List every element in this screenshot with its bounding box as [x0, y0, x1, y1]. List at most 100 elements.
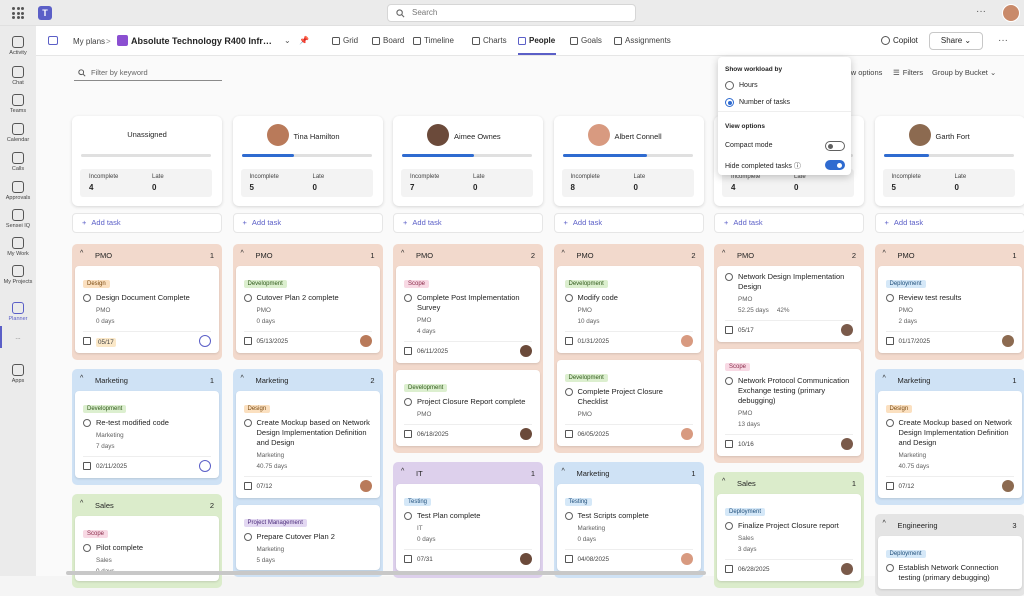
radio-number-of-tasks[interactable]: Number of tasks [725, 98, 790, 107]
assignee-avatar[interactable] [841, 324, 853, 336]
chevron-up-icon[interactable]: ^ [80, 250, 83, 257]
bucket-header[interactable]: ^Sales1 [717, 472, 861, 494]
app-launcher-icon[interactable] [12, 7, 24, 19]
bucket-header[interactable]: ^Marketing1 [75, 369, 219, 391]
add-task-button[interactable]: +Add task [393, 213, 543, 233]
pin-icon[interactable]: 📌 [299, 36, 309, 45]
filter-keyword-input[interactable]: Filter by keyword [74, 66, 222, 81]
copilot-button[interactable]: Copilot [881, 36, 918, 45]
chevron-up-icon[interactable]: ^ [80, 375, 83, 382]
task-card[interactable]: DevelopmentModify codePMO10 days01/31/20… [557, 266, 701, 353]
back-panel-icon[interactable] [48, 36, 58, 45]
complete-checkbox[interactable] [886, 294, 894, 302]
complete-checkbox[interactable] [565, 388, 573, 396]
rail-item-5[interactable]: Approvals [0, 181, 36, 201]
complete-checkbox[interactable] [244, 294, 252, 302]
rail-item-0[interactable]: Activity [0, 36, 36, 56]
task-card[interactable]: DevelopmentComplete Project Closure Chec… [557, 360, 701, 446]
bucket-header[interactable]: ^Sales2 [75, 494, 219, 516]
bucket-header[interactable]: ^Engineering3 [878, 514, 1022, 536]
assignee-avatar[interactable] [841, 438, 853, 450]
share-button[interactable]: Share ⌄ [929, 32, 983, 50]
bucket-header[interactable]: ^PMO1 [236, 244, 380, 266]
more-options-icon[interactable]: ··· [998, 35, 1008, 46]
complete-checkbox[interactable] [404, 398, 412, 406]
rail-item-2[interactable]: Teams [0, 94, 36, 114]
bucket-header[interactable]: ^PMO2 [396, 244, 540, 266]
radio-button[interactable] [725, 81, 734, 90]
filters-button[interactable]: ☰Filters [893, 68, 923, 77]
radio-button-selected[interactable] [725, 98, 734, 107]
profile-avatar[interactable] [1002, 4, 1020, 22]
complete-checkbox[interactable] [83, 419, 91, 427]
bucket-header[interactable]: ^Marketing2 [236, 369, 380, 391]
chevron-up-icon[interactable]: ^ [401, 468, 404, 475]
assignee-avatar[interactable] [1002, 335, 1014, 347]
complete-checkbox[interactable] [565, 512, 573, 520]
rail-item-9[interactable]: Planner [0, 302, 36, 322]
task-card[interactable]: TestingTest Plan completeIT0 days07/31 [396, 484, 540, 571]
task-card[interactable]: DeploymentEstablish Network Connection t… [878, 536, 1022, 589]
assignee-avatar[interactable] [681, 428, 693, 440]
assignee-avatar[interactable] [841, 563, 853, 575]
chevron-up-icon[interactable]: ^ [722, 478, 725, 485]
chevron-up-icon[interactable]: ^ [562, 250, 565, 257]
rail-item-11[interactable]: Apps [0, 364, 36, 384]
bucket-header[interactable]: ^Marketing1 [557, 462, 701, 484]
assignee-avatar[interactable] [681, 553, 693, 565]
group-by-button[interactable]: Group by Bucket ⌄ [932, 68, 996, 77]
task-card[interactable]: ScopeComplete Post Implementation Survey… [396, 266, 540, 363]
assignee-avatar[interactable] [520, 553, 532, 565]
search-box[interactable]: Search [387, 4, 636, 22]
assignee-avatar[interactable] [360, 335, 372, 347]
bucket-header[interactable]: ^PMO1 [878, 244, 1022, 266]
complete-checkbox[interactable] [725, 273, 733, 281]
complete-checkbox[interactable] [244, 533, 252, 541]
assignee-avatar[interactable] [520, 345, 532, 357]
rail-item-10[interactable]: ··· [0, 336, 36, 342]
more-options-icon[interactable]: ··· [976, 6, 986, 17]
compact-mode-toggle[interactable] [825, 141, 845, 151]
complete-checkbox[interactable] [565, 294, 573, 302]
rail-item-4[interactable]: Calls [0, 152, 36, 172]
complete-checkbox[interactable] [404, 294, 412, 302]
breadcrumb-my-plans[interactable]: My plans [73, 37, 105, 46]
complete-checkbox[interactable] [725, 377, 733, 385]
bucket-header[interactable]: ^Marketing1 [878, 369, 1022, 391]
assignee-avatar[interactable] [681, 335, 693, 347]
chevron-up-icon[interactable]: ^ [562, 468, 565, 475]
hide-completed-toggle[interactable] [825, 160, 845, 170]
tab-people[interactable]: People [518, 36, 555, 45]
chevron-up-icon[interactable]: ^ [883, 375, 886, 382]
complete-checkbox[interactable] [83, 294, 91, 302]
task-card[interactable]: DevelopmentProject Closure Report comple… [396, 370, 540, 446]
task-card[interactable]: ScopeNetwork Protocol Communication Exch… [717, 349, 861, 456]
chevron-up-icon[interactable]: ^ [241, 250, 244, 257]
assign-person-icon[interactable] [199, 460, 211, 472]
tab-grid[interactable]: Grid [332, 36, 358, 45]
task-card[interactable]: DeploymentReview test resultsPMO2 days01… [878, 266, 1022, 353]
rail-item-8[interactable]: My Projects [0, 265, 36, 285]
chevron-down-icon[interactable]: ⌄ [284, 36, 291, 45]
chevron-up-icon[interactable]: ^ [80, 500, 83, 507]
assignee-avatar[interactable] [360, 480, 372, 492]
task-card[interactable]: TestingTest Scripts completeMarketing0 d… [557, 484, 701, 571]
task-card[interactable]: Project ManagementPrepare Cutover Plan 2… [236, 505, 380, 570]
tab-goals[interactable]: Goals [570, 36, 602, 45]
radio-hours[interactable]: Hours [725, 81, 758, 90]
rail-item-7[interactable]: My Work [0, 237, 36, 257]
complete-checkbox[interactable] [725, 522, 733, 530]
add-task-button[interactable]: +Add task [554, 213, 704, 233]
rail-item-3[interactable]: Calendar [0, 123, 36, 143]
add-task-button[interactable]: +Add task [875, 213, 1024, 233]
add-task-button[interactable]: +Add task [714, 213, 864, 233]
rail-item-6[interactable]: Sensei IQ [0, 209, 36, 229]
complete-checkbox[interactable] [244, 419, 252, 427]
bucket-header[interactable]: ^PMO2 [717, 244, 861, 266]
horizontal-scrollbar[interactable] [66, 571, 706, 575]
bucket-header[interactable]: ^PMO1 [75, 244, 219, 266]
bucket-header[interactable]: ^PMO2 [557, 244, 701, 266]
chevron-up-icon[interactable]: ^ [241, 375, 244, 382]
chevron-up-icon[interactable]: ^ [883, 250, 886, 257]
task-card[interactable]: DesignCreate Mockup based on Network Des… [878, 391, 1022, 498]
